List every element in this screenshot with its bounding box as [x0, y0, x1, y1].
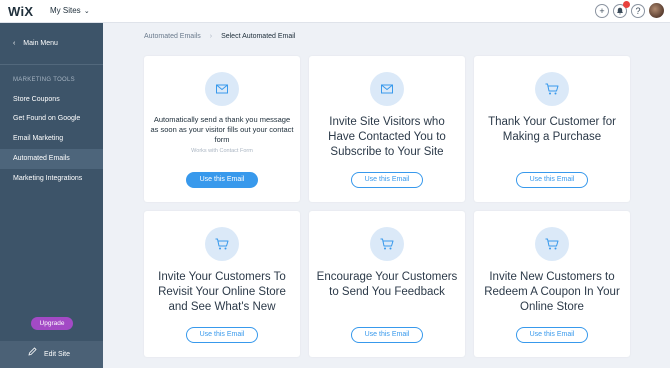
envelope-icon — [370, 72, 404, 106]
sidebar-item-store-coupons[interactable]: Store Coupons — [0, 90, 103, 110]
use-this-email-button[interactable]: Use this Email — [351, 172, 423, 188]
card-subtitle: Works with Contact Form — [191, 148, 253, 154]
sidebar-item-marketing-integrations[interactable]: Marketing Integrations — [0, 169, 103, 189]
use-this-email-button[interactable]: Use this Email — [186, 172, 258, 188]
cart-icon — [535, 227, 569, 261]
avatar[interactable] — [649, 3, 664, 18]
breadcrumb-separator-icon: › — [209, 33, 213, 40]
email-template-card: Invite New Customers to Redeem A Coupon … — [474, 211, 630, 357]
cart-icon — [535, 72, 569, 106]
use-this-email-button[interactable]: Use this Email — [186, 327, 258, 343]
pencil-icon — [28, 341, 38, 368]
my-sites-label: My Sites — [50, 6, 81, 15]
top-actions: + ? — [595, 0, 664, 18]
use-this-email-button[interactable]: Use this Email — [351, 327, 423, 343]
add-button[interactable]: + — [595, 3, 609, 18]
breadcrumb-current: Select Automated Email — [221, 33, 296, 40]
upgrade-button[interactable]: Upgrade — [31, 317, 73, 330]
email-template-card: Invite Your Customers To Revisit Your On… — [144, 211, 300, 357]
divider — [0, 64, 103, 65]
breadcrumb-parent[interactable]: Automated Emails — [144, 33, 201, 40]
notifications-button[interactable] — [613, 0, 630, 18]
envelope-icon — [205, 72, 239, 106]
breadcrumb: Automated Emails › Select Automated Emai… — [144, 33, 295, 40]
use-this-email-button[interactable]: Use this Email — [516, 327, 588, 343]
plus-icon: + — [599, 5, 605, 16]
chevron-left-icon: ‹ — [13, 40, 16, 47]
wix-logo[interactable]: WiX — [8, 4, 33, 19]
section-title: MARKETING TOOLS — [13, 77, 75, 83]
bell-icon — [617, 7, 623, 14]
cart-icon — [370, 227, 404, 261]
main-menu-label: Main Menu — [23, 40, 58, 47]
sidebar-item-automated-emails[interactable]: Automated Emails — [0, 149, 103, 169]
email-template-card: Thank Your Customer for Making a Purchas… — [474, 56, 630, 202]
sidebar-item-email-marketing[interactable]: Email Marketing — [0, 129, 103, 149]
chevron-down-icon: ⌄ — [83, 8, 90, 15]
card-title: Automatically send a thank you message a… — [150, 115, 294, 144]
cart-icon — [205, 227, 239, 261]
top-bar: WiX My Sites ⌄ + ? — [0, 0, 670, 23]
help-button[interactable]: ? — [631, 3, 645, 18]
email-template-card: Encourage Your Customers to Send You Fee… — [309, 211, 465, 357]
edit-site-label: Edit Site — [43, 351, 71, 358]
sidebar: ‹ Main Menu MARKETING TOOLS Store Coupon… — [0, 23, 103, 368]
notification-badge — [623, 0, 630, 8]
card-title: Invite Site Visitors who Have Contacted … — [328, 116, 446, 158]
main-menu-link[interactable]: ‹ Main Menu — [0, 33, 103, 55]
email-template-card: Invite Site Visitors who Have Contacted … — [309, 56, 465, 202]
card-title: Invite New Customers to Redeem A Coupon … — [484, 271, 620, 313]
edit-site-button[interactable]: Edit Site — [0, 341, 103, 368]
use-this-email-button[interactable]: Use this Email — [516, 172, 588, 188]
card-title: Invite Your Customers To Revisit Your On… — [158, 271, 286, 313]
email-template-card: Automatically send a thank you message a… — [144, 56, 300, 202]
sidebar-item-get-found-on-google[interactable]: Get Found on Google — [0, 109, 103, 129]
my-sites-dropdown[interactable]: My Sites ⌄ — [50, 6, 90, 15]
help-icon: ? — [635, 5, 641, 16]
card-title: Thank Your Customer for Making a Purchas… — [488, 116, 616, 143]
card-title: Encourage Your Customers to Send You Fee… — [316, 271, 458, 298]
